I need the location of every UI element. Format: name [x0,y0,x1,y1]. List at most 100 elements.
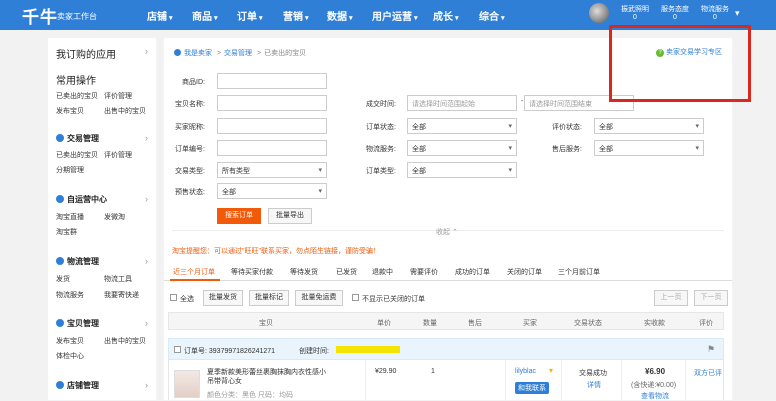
buyer-nick-input[interactable] [217,118,327,134]
select-all-checkbox[interactable] [170,294,177,301]
table-header: 宝贝 单价 数量 售后 买家 交易状态 实收款 评价 [168,312,724,330]
search-orders-button[interactable]: 搜索订单 [217,208,261,224]
logistics-select[interactable]: 全部 [407,140,517,156]
sidebar-link[interactable]: 体检中心 [56,351,84,361]
sidebar-link[interactable]: 出售中的宝贝 [104,336,146,346]
order-status: 交易成功 [579,370,607,377]
avatar[interactable] [589,3,609,23]
order-header: 订单号: 39379971826241271 创建时间: ⚑ [168,338,724,360]
presale-select[interactable]: 全部 [217,183,327,199]
sidebar-link[interactable]: 已卖出的宝贝 [56,150,98,160]
th-after-sale: 售后 [468,320,482,327]
self-ops-icon [56,195,64,203]
chevron-right-icon: › [145,380,148,390]
sidebar-section-store[interactable]: 店铺管理 [56,380,99,391]
nav-orders[interactable]: 订单 ▾ [237,8,263,23]
trade-type-select[interactable]: 所有类型 [217,162,327,178]
breadcrumb: 我是卖家 > 交易管理 > 已卖出的宝贝 [174,48,306,58]
batch-mark-button[interactable]: 批量标记 [249,290,289,306]
tab-recent-3-months[interactable]: 近三个月订单 [173,267,215,277]
sidebar-link[interactable]: 淘宝直播 [56,212,84,222]
sidebar-link[interactable]: 淘宝群 [56,227,77,237]
sidebar-section-self-ops[interactable]: 自运营中心 [56,194,107,205]
nav-growth[interactable]: 成长 ▾ [433,8,459,23]
buyer-name[interactable]: lilyblac [515,368,536,375]
sidebar-link[interactable]: 发微淘 [104,212,125,222]
sidebar-link[interactable]: 发货 [56,274,70,284]
item-id-input[interactable] [217,73,327,89]
nav-store[interactable]: 店铺 ▾ [147,8,173,23]
th-qty: 数量 [423,320,437,327]
sidebar-link[interactable]: 物流服务 [56,290,84,300]
breadcrumb-trade[interactable]: 交易管理 [224,50,252,57]
label-buyer-nick: 买家昵称: [175,124,205,131]
batch-export-button[interactable]: 批量导出 [268,208,312,224]
th-rating: 评价 [699,320,713,327]
order-checkbox[interactable] [174,346,181,353]
nav-general[interactable]: 综合 ▾ [479,8,505,23]
flag-icon[interactable]: ⚑ [707,344,715,355]
metric-logistics[interactable]: 物流服务 0 [695,4,735,21]
chevron-right-icon: › [145,133,148,143]
sidebar-link[interactable]: 已卖出的宝贝 [56,91,98,101]
tab-closed[interactable]: 关闭的订单 [507,267,542,277]
sidebar-section-goods[interactable]: 宝贝管理 [56,318,99,329]
order-detail-link[interactable]: 详情 [587,380,601,390]
prev-page-button[interactable]: 上一页 [654,290,688,306]
item-specs: 颜色分类：黑色 尺码：均码 [207,392,293,399]
sidebar-link[interactable]: 物流工具 [104,274,132,284]
order-no-input[interactable] [217,140,327,156]
tab-awaiting-payment[interactable]: 等待买家付款 [231,267,273,277]
sidebar-link[interactable]: 评价管理 [104,91,132,101]
order-status-select[interactable]: 全部 [407,118,517,134]
sidebar-section-logistics[interactable]: 物流管理 [56,256,99,267]
label-order-type: 订单类型: [366,168,396,175]
breadcrumb-current: 已卖出的宝贝 [264,50,307,57]
breadcrumb-home[interactable]: 我是卖家 [184,50,212,57]
label-item-id: 商品ID: [182,79,205,86]
metric-item[interactable]: 振武照明 0 [615,4,655,21]
annotation-highlight-box [609,25,751,102]
active-tab-indicator [170,279,220,281]
collapse-toggle[interactable]: 收起 ⌃ [436,227,458,237]
rating-status[interactable]: 双方已评 [694,368,722,378]
caret-down-icon: ▾ [169,15,173,22]
tab-older[interactable]: 三个月前订单 [558,267,600,277]
hide-closed-label: 不显示已关闭的订单 [362,296,425,303]
sidebar-my-apps[interactable]: 我订购的应用 [56,46,116,61]
caret-down-icon[interactable]: ▾ [735,8,740,19]
caret-down-icon: ▾ [414,15,418,22]
sidebar-section-trade[interactable]: 交易管理 [56,133,99,144]
sidebar-link[interactable]: 出售中的宝贝 [104,106,146,116]
batch-ship-button[interactable]: 批量发货 [203,290,243,306]
metric-service[interactable]: 服务态度 0 [655,4,695,21]
after-sale-select[interactable]: 全部 [594,140,704,156]
nav-goods[interactable]: 商品 ▾ [192,8,218,23]
rate-status-select[interactable]: 全部 [594,118,704,134]
nav-data[interactable]: 数据 ▾ [327,8,353,23]
nav-user-ops[interactable]: 用户运营 ▾ [372,8,418,23]
time-start-input[interactable]: 请选择时间范围起始 [407,95,517,111]
contact-buyer-button[interactable]: 和我联系 [515,382,549,394]
order-type-select[interactable]: 全部 [407,162,517,178]
item-thumbnail[interactable] [174,370,200,398]
sidebar-link[interactable]: 发布宝贝 [56,106,84,116]
tab-awaiting-shipment[interactable]: 等待发货 [290,267,318,277]
hide-closed-checkbox[interactable] [352,294,359,301]
sidebar-link[interactable]: 发布宝贝 [56,336,84,346]
th-status: 交易状态 [574,320,602,327]
item-name-input[interactable] [217,95,327,111]
sidebar-link[interactable]: 分期管理 [56,165,84,175]
sidebar-link[interactable]: 我要寄快递 [104,290,139,300]
batch-free-shipping-button[interactable]: 批量免运费 [295,290,343,306]
item-title[interactable]: 夏季新款美形蕾丝裹胸抹胸内衣性感小吊带背心女 [207,368,329,386]
tab-shipped[interactable]: 已发货 [336,267,357,277]
trophy-icon: ▾ [549,366,554,375]
nav-marketing[interactable]: 营销 ▾ [283,8,309,23]
tab-need-review[interactable]: 需要评价 [410,267,438,277]
next-page-button[interactable]: 下一页 [694,290,728,306]
sidebar-link[interactable]: 评价管理 [104,150,132,160]
label-item-name: 宝贝名称: [175,101,205,108]
tab-refunding[interactable]: 退款中 [372,267,393,277]
tab-successful[interactable]: 成功的订单 [455,267,490,277]
